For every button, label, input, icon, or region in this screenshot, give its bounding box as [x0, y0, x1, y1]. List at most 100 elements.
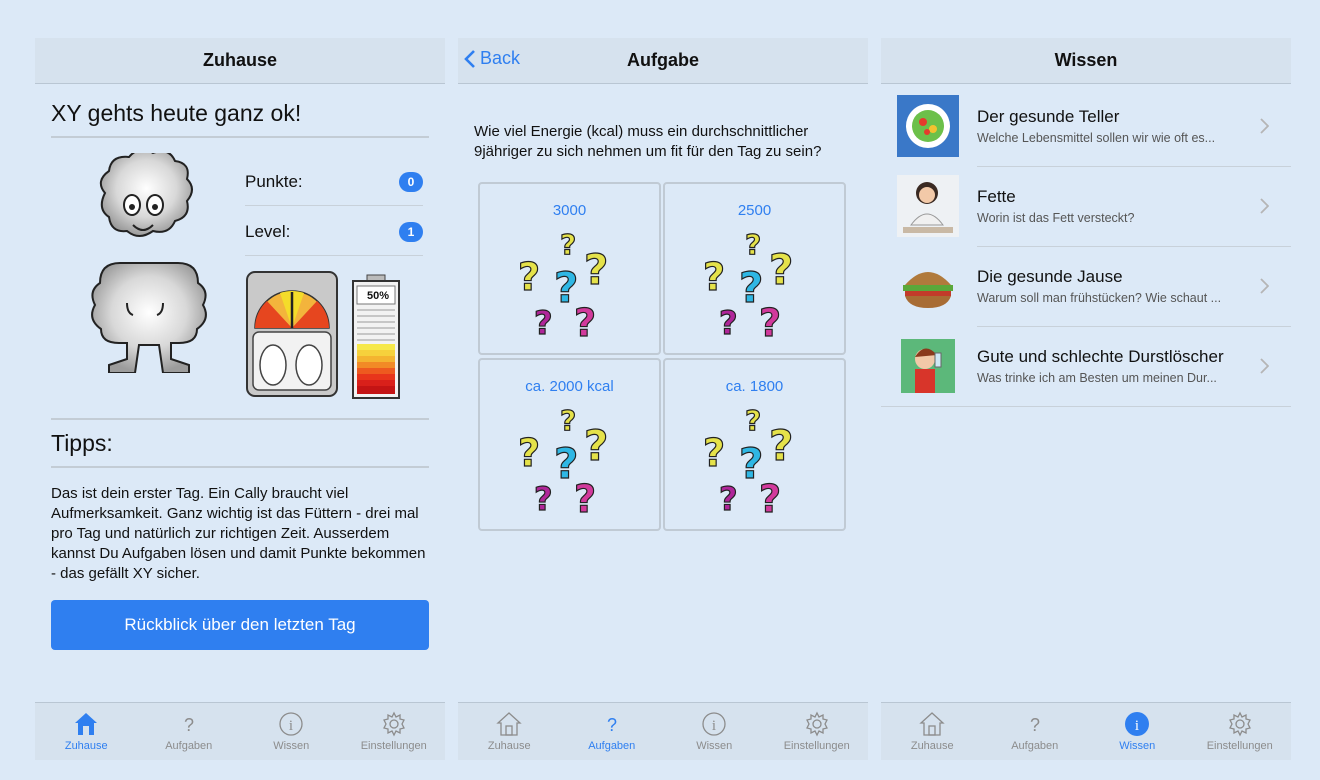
home-icon [75, 713, 98, 735]
knowledge-title: Wissen [1054, 50, 1118, 70]
tab-label: Zuhause [910, 740, 954, 752]
tab-zuhause[interactable]: Zuhause [35, 703, 138, 760]
svg-text:?: ? [184, 715, 194, 735]
mood-heading: XY gehts heute ganz ok! [51, 100, 302, 126]
tab-label: Einstellungen [783, 740, 850, 752]
list-item-subtitle: Welche Lebensmittel sollen wir wie oft e… [977, 131, 1216, 145]
svg-text:?: ? [1030, 715, 1040, 735]
svg-text:?: ? [703, 431, 725, 475]
cally-character-illustration [91, 153, 207, 373]
tab-label: Einstellungen [360, 740, 427, 752]
task-title: Aufgabe [627, 50, 699, 70]
level-row: Level: 1 [245, 208, 423, 256]
question-mark-icon: ? [607, 715, 617, 735]
review-last-day-button[interactable]: Rückblick über den letzten Tag [51, 600, 429, 650]
svg-text:?: ? [719, 304, 738, 340]
svg-text:?: ? [719, 480, 738, 516]
back-label: Back [480, 48, 521, 68]
tab-aufgaben[interactable]: ? Aufgaben [138, 703, 241, 760]
svg-text:?: ? [745, 404, 761, 437]
svg-text:?: ? [769, 421, 793, 470]
svg-text:?: ? [574, 301, 596, 340]
answer-card[interactable]: ca. 2000 kcal ?????? [478, 358, 661, 531]
task-screen: Back Aufgabe Wie viel Energie (kcal) mus… [458, 38, 868, 760]
svg-text:?: ? [534, 480, 553, 516]
tab-aufgaben[interactable]: ? Aufgaben [984, 703, 1087, 760]
answer-card[interactable]: ca. 1800 ?????? [663, 358, 846, 531]
svg-text:?: ? [607, 715, 617, 735]
svg-text:?: ? [574, 477, 596, 516]
chevron-left-icon [464, 49, 475, 68]
question-mark-icon: ? [1030, 715, 1040, 735]
task-question: Wie viel Energie (kcal) muss ein durchsc… [474, 123, 822, 160]
points-badge: 0 [399, 171, 423, 192]
question-marks-illustration: ?????? [703, 227, 794, 340]
tips-heading: Tipps: [51, 430, 113, 456]
tab-label: Aufgaben [1011, 740, 1059, 752]
svg-text:?: ? [703, 255, 725, 299]
tab-einstellungen[interactable]: Einstellungen [766, 703, 869, 760]
points-label: Punkte: [245, 171, 303, 191]
answer-card[interactable]: 2500 ?????? [663, 182, 846, 355]
question-marks-illustration: ?????? [703, 403, 794, 516]
list-item[interactable]: Gute und schlechte Durstlöscher Was trin… [881, 326, 1291, 406]
healthy-plate-thumbnail [897, 95, 959, 157]
answer-label: ca. 1800 [725, 378, 784, 395]
home-navbar: Zuhause [35, 38, 445, 84]
tab-zuhause[interactable]: Zuhause [458, 703, 561, 760]
list-item[interactable]: Der gesunde Teller Welche Lebensmittel s… [881, 86, 1291, 166]
list-item[interactable]: Fette Worin ist das Fett versteckt? [881, 166, 1291, 246]
svg-text:?: ? [534, 304, 553, 340]
home-title: Zuhause [202, 50, 277, 70]
tab-einstellungen[interactable]: Einstellungen [1189, 703, 1292, 760]
svg-text:?: ? [769, 245, 793, 294]
question-marks-illustration: ?????? [518, 227, 609, 340]
task-navbar: Back Aufgabe [458, 38, 868, 84]
svg-text:?: ? [584, 421, 608, 470]
list-item[interactable]: Die gesunde Jause Warum soll man frühstü… [881, 246, 1291, 326]
divider [51, 466, 429, 468]
info-icon: i [1125, 712, 1150, 736]
svg-text:i: i [712, 718, 716, 734]
svg-text:?: ? [518, 255, 540, 299]
question-marks-illustration: ?????? [518, 403, 609, 516]
tab-label: Aufgaben [165, 740, 213, 752]
tab-label: Wissen [696, 740, 733, 752]
knowledge-navbar: Wissen [881, 38, 1291, 84]
tab-zuhause[interactable]: Zuhause [881, 703, 984, 760]
level-badge: 1 [399, 221, 423, 242]
home-icon [496, 712, 522, 736]
tab-label: Wissen [273, 740, 310, 752]
level-label: Level: [245, 221, 291, 241]
chevron-right-icon [1260, 198, 1269, 214]
list-item-subtitle: Warum soll man frühstücken? Wie schaut .… [977, 291, 1222, 305]
answer-label: 2500 [737, 202, 772, 219]
back-button[interactable]: Back [464, 48, 520, 69]
gear-icon [1228, 711, 1251, 737]
tab-aufgaben[interactable]: ? Aufgaben [561, 703, 664, 760]
list-item-title: Gute und schlechte Durstlöscher [977, 347, 1224, 366]
chevron-right-icon [1260, 118, 1269, 134]
gear-icon [805, 711, 828, 737]
points-row: Punkte: 0 [245, 158, 423, 206]
tab-label: Zuhause [64, 740, 108, 752]
list-item-title: Die gesunde Jause [977, 267, 1123, 286]
divider [51, 136, 429, 138]
answer-card[interactable]: 3000 ?????? [478, 182, 661, 355]
info-icon: i [279, 712, 303, 736]
svg-text:?: ? [560, 404, 576, 437]
tab-wissen[interactable]: i Wissen [1086, 703, 1189, 760]
list-item-title: Fette [977, 187, 1016, 206]
tab-bar: Zuhause ? Aufgaben i Wissen Einstellunge… [881, 702, 1291, 760]
svg-text:?: ? [518, 431, 540, 475]
tab-label: Aufgaben [588, 740, 636, 752]
chevron-right-icon [1260, 358, 1269, 374]
info-icon: i [702, 712, 726, 736]
tab-wissen[interactable]: i Wissen [663, 703, 766, 760]
woman-eating-thumbnail [897, 175, 959, 237]
question-mark-icon: ? [184, 715, 194, 735]
tab-wissen[interactable]: i Wissen [240, 703, 343, 760]
battery-percent-label: 50% [366, 290, 390, 302]
tab-einstellungen[interactable]: Einstellungen [343, 703, 446, 760]
tab-label: Zuhause [487, 740, 531, 752]
